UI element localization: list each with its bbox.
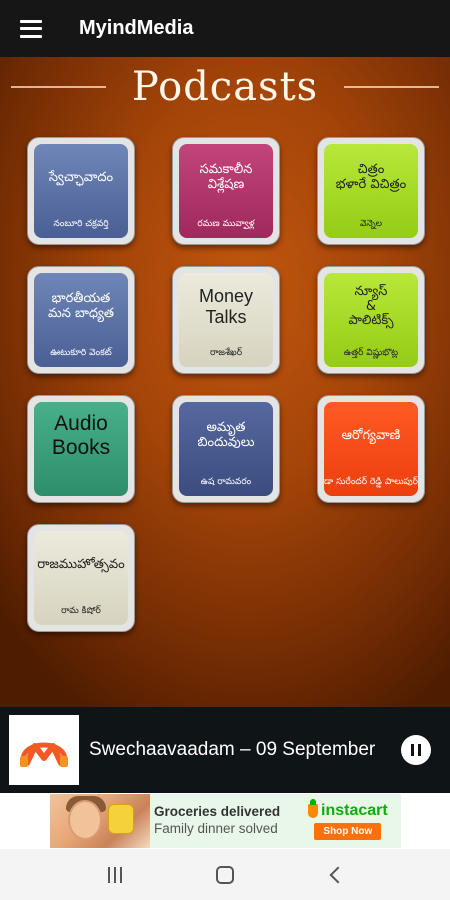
podcast-tile-audio-books[interactable]: Audio Books — [27, 395, 135, 503]
tile-author: ఉష రామవరం — [200, 477, 252, 487]
back-icon — [329, 866, 347, 883]
tile-title: న్యూస్ & పాలిటిక్స్ — [348, 283, 394, 329]
ad-subline: Family dinner solved — [154, 821, 278, 836]
carrot-icon — [308, 799, 318, 818]
tile-title: స్వేచ్ఛావాదం — [48, 169, 114, 185]
ad-photo — [50, 794, 150, 848]
ad-brand: instacart — [308, 799, 388, 820]
now-playing-title: Swechaavaadam – 09 September — [89, 739, 376, 760]
pause-icon — [411, 744, 414, 756]
back-button[interactable] — [315, 855, 355, 895]
tile-author: వెన్నెల — [359, 219, 383, 229]
home-icon — [216, 865, 234, 884]
now-playing-bar[interactable]: Swechaavaadam – 09 September — [0, 707, 450, 793]
podcast-tile-arogyavani[interactable]: ఆరోగ్యవాణి డా సురేందర్ రెడ్డి పాలుపుర్ — [317, 395, 425, 503]
tile-author: నంబూరి చక్రవర్తి — [53, 219, 109, 229]
tile-author: రమణ మువ్వాళ్ల — [197, 219, 255, 229]
tile-author: ఊటుకూరి వెంకట్ — [50, 348, 112, 358]
recents-button[interactable] — [95, 855, 135, 895]
podcast-tile-rajamuhotsavam[interactable]: రాజముహోత్సవం రామ కిషోర్ — [27, 524, 135, 632]
recents-icon — [108, 866, 122, 883]
tile-author: రామ కిషోర్ — [61, 606, 101, 616]
tile-title: సమకాలీన విశ్లేషణ — [199, 162, 253, 192]
title-divider-left — [10, 86, 106, 88]
tile-title: రాజముహోత్సవం — [37, 556, 125, 572]
tile-title: ఆరోగ్యవాణి — [341, 427, 401, 443]
home-button[interactable] — [205, 855, 245, 895]
app-bar: MyindMedia — [0, 0, 450, 57]
podcast-tile-amruta-binduvulu[interactable]: అమృత బిందువులు ఉష రామవరం — [172, 395, 280, 503]
podcast-tile-news-politics[interactable]: న్యూస్ & పాలిటిక్స్ ఉత్తర్ విష్ణుభొట్ల — [317, 266, 425, 374]
hamburger-menu-icon[interactable] — [20, 19, 42, 38]
tile-author: ఉత్తర్ విష్ణుభొట్ల — [343, 348, 399, 358]
podcast-tile-money-talks[interactable]: Money Talks రాజశేఖర్ — [172, 266, 280, 374]
podcast-tile-bharateeyata[interactable]: భారతీయత మన బాధ్యత ఊటుకూరి వెంకట్ — [27, 266, 135, 374]
ad-brand-block: instacart Shop Now — [308, 799, 388, 840]
app-title: MyindMedia — [79, 17, 194, 39]
tile-title: భారతీయత మన బాధ్యత — [47, 291, 115, 321]
pause-button[interactable] — [401, 735, 431, 765]
ad-area: Groceries delivered Family dinner solved… — [0, 793, 450, 849]
podcasts-content: Podcasts స్వేచ్ఛావాదం నంబూరి చక్రవర్తి స… — [0, 57, 450, 707]
tile-author: డా సురేందర్ రెడ్డి పాలుపుర్ — [324, 477, 418, 487]
tile-author — [34, 470, 128, 496]
ad-text: Groceries delivered Family dinner solved — [154, 804, 302, 838]
podcast-tile-swechaavaadam[interactable]: స్వేచ్ఛావాదం నంబూరి చక్రవర్తి — [27, 137, 135, 245]
title-row: Podcasts — [0, 57, 450, 117]
title-divider-right — [344, 86, 440, 88]
tile-title: అమృత బిందువులు — [197, 420, 255, 450]
system-nav-bar — [0, 849, 450, 900]
tile-author: రాజశేఖర్ — [209, 348, 243, 358]
tile-title: Money Talks — [198, 286, 254, 327]
podcast-tile-samakaleena-vishleshana[interactable]: సమకాలీన విశ్లేషణ రమణ మువ్వాళ్ల — [172, 137, 280, 245]
ad-banner[interactable]: Groceries delivered Family dinner solved… — [50, 794, 401, 848]
myindmedia-logo-icon — [9, 715, 79, 785]
tile-title: Audio Books — [51, 411, 111, 459]
shop-now-button[interactable]: Shop Now — [314, 823, 382, 840]
podcast-tile-chitram-bhalare-vichitram[interactable]: చిత్రం భళారే విచిత్రం వెన్నెల — [317, 137, 425, 245]
tile-title: చిత్రం భళారే విచిత్రం — [335, 162, 407, 192]
ad-headline: Groceries delivered — [154, 804, 281, 820]
page-title: Podcasts — [131, 64, 319, 110]
